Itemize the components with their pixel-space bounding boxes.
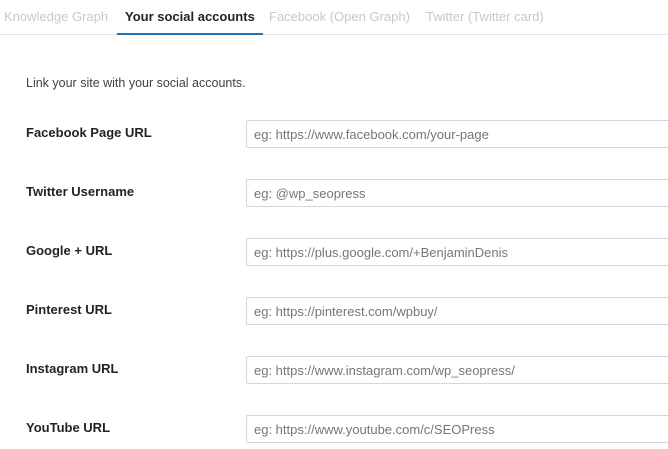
tab-facebook-open-graph[interactable]: Facebook (Open Graph) [269,0,410,35]
google-plus-url-input[interactable] [246,238,668,266]
facebook-page-url-label: Facebook Page URL [26,125,152,140]
tab-knowledge-graph[interactable]: Knowledge Graph [4,0,108,35]
field-row-instagram: Instagram URL [0,356,668,384]
tab-twitter-card[interactable]: Twitter (Twitter card) [426,0,544,35]
pinterest-url-label: Pinterest URL [26,302,112,317]
tab-social-accounts[interactable]: Your social accounts [117,0,263,35]
youtube-url-label: YouTube URL [26,420,111,435]
google-plus-url-label: Google + URL [26,243,113,258]
section-description: Link your site with your social accounts… [26,76,246,90]
twitter-username-input[interactable] [246,179,668,207]
field-row-pinterest: Pinterest URL [0,297,668,325]
settings-tabs: Knowledge Graph Your social accounts Fac… [0,0,668,35]
field-row-youtube: YouTube URL [0,415,668,443]
instagram-url-input[interactable] [246,356,668,384]
pinterest-url-input[interactable] [246,297,668,325]
youtube-url-input[interactable] [246,415,668,443]
facebook-page-url-input[interactable] [246,120,668,148]
field-row-facebook: Facebook Page URL [0,120,668,148]
field-row-google-plus: Google + URL [0,238,668,266]
instagram-url-label: Instagram URL [26,361,119,376]
field-row-twitter: Twitter Username [0,179,668,207]
twitter-username-label: Twitter Username [26,184,135,199]
